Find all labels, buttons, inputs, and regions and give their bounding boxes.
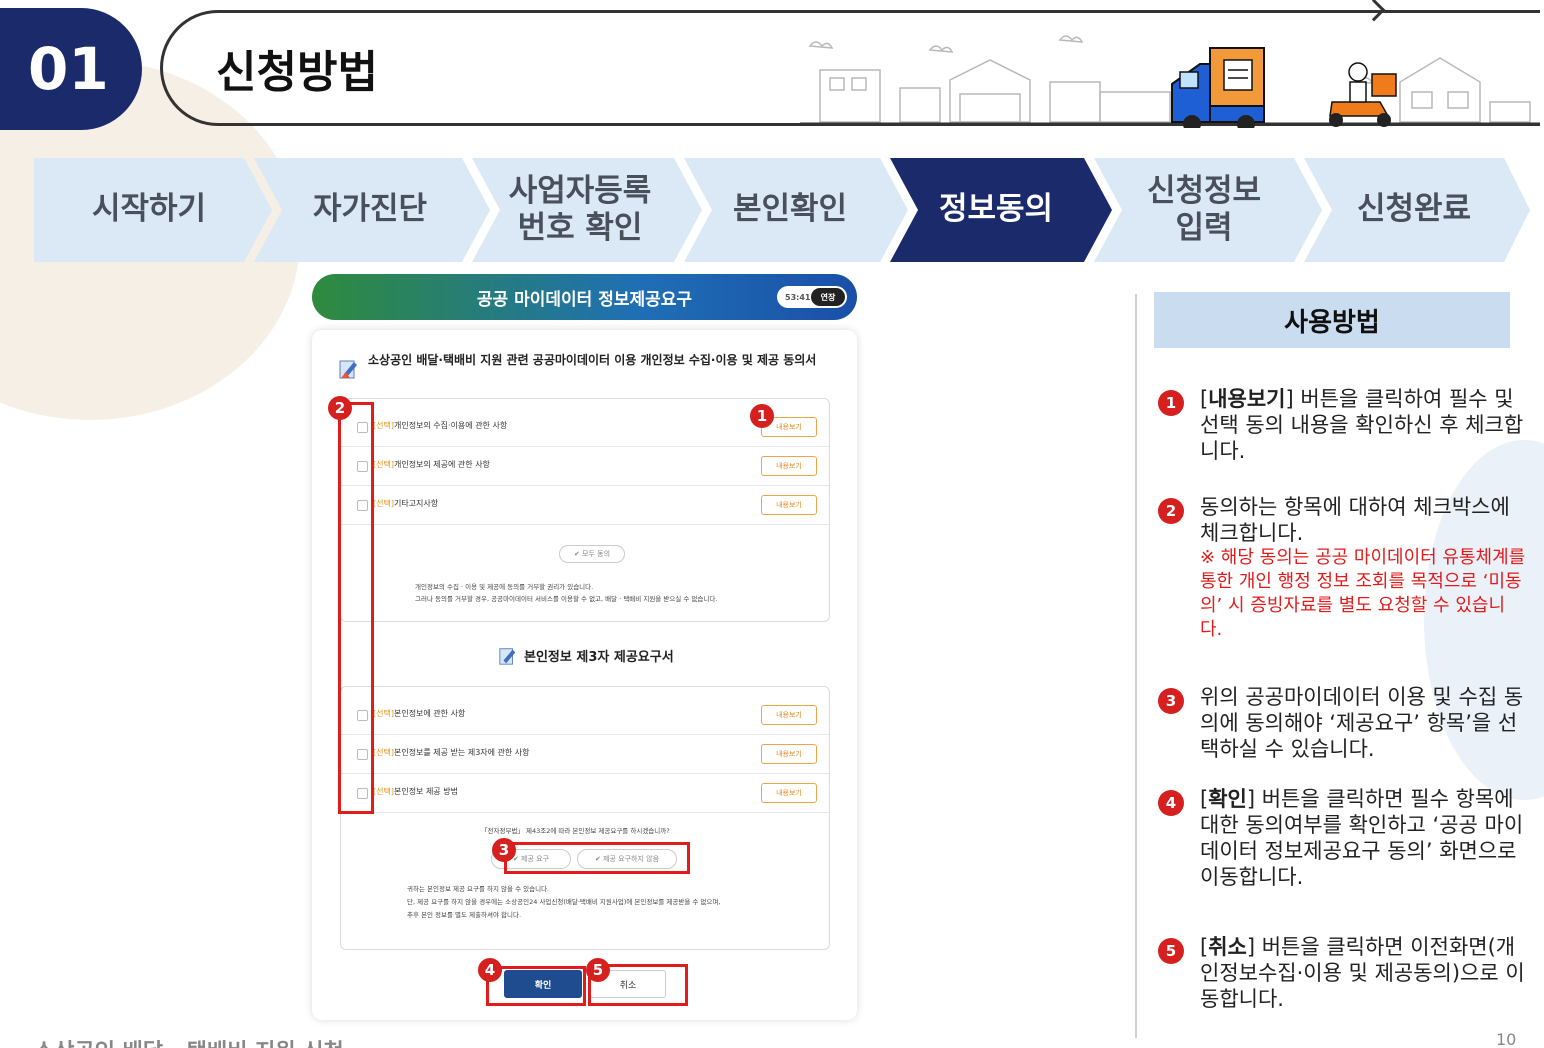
number-badge: 5	[1158, 938, 1184, 964]
consent-row: [선택]기타고지사항 내용보기	[341, 487, 829, 525]
page: 01 신청방법 시작하기 자가진단 사업자등록 번호 확인 본인확인 정보동의 …	[0, 0, 1544, 1048]
step-complete: 신청완료	[1356, 191, 1472, 228]
section-number: 01	[0, 8, 142, 130]
extend-button[interactable]: 연장	[811, 288, 845, 306]
page-number: 10	[1496, 1030, 1517, 1048]
marker-1: 1	[750, 404, 774, 428]
consent-row: [선택]개인정보의 제공에 관한 사항 내용보기	[341, 448, 829, 486]
step-consent: 정보동의	[938, 191, 1054, 228]
marker-5: 5	[586, 958, 610, 982]
delivery-illustration	[800, 35, 1540, 128]
emphasis-text: 내용보기	[1208, 387, 1286, 411]
step-business-number: 사업자등록 번호 확인	[508, 172, 652, 246]
page-title: 신청방법	[216, 47, 378, 98]
emphasis-text: 확인	[1208, 787, 1247, 811]
scooter-icon	[1329, 62, 1397, 127]
divider	[1135, 294, 1137, 1038]
usage-text: 동의하는 항목에 대하여 체크박스에 체크합니다.	[1200, 495, 1510, 545]
step-application-info: 신청정보 입력	[1146, 172, 1262, 246]
consent-row-label: 본인정보에 관한 사항	[393, 709, 466, 718]
consent-section-1: [선택]개인정보의 수집·이용에 관한 사항 내용보기 [선택]개인정보의 제공…	[340, 398, 830, 622]
consent-row-label: 개인정보의 제공에 관한 사항	[393, 460, 490, 469]
view-content-button[interactable]: 내용보기	[761, 705, 817, 725]
step-self-check: 자가진단	[312, 191, 428, 228]
number-badge: 3	[1158, 688, 1184, 714]
document-icon	[499, 648, 516, 665]
notice-text: 귀하는 본인정보 제공 요구를 하지 않을 수 있습니다.	[407, 885, 550, 893]
consent-row-label: 본인정보를 제공 받는 제3자에 관한 사항	[393, 748, 530, 757]
annotation-box-provision-options	[504, 842, 690, 874]
number-badge: 2	[1158, 498, 1184, 524]
consent-row-label: 개인정보의 수집·이용에 관한 사항	[393, 421, 508, 430]
emphasis-text: 취소	[1208, 935, 1247, 959]
session-timer: 53:41 연장	[777, 286, 847, 308]
footer-text: 소상공인 배달 · 택배비 지원 신청	[34, 1034, 344, 1048]
marker-4: 4	[478, 958, 502, 982]
number-badge: 1	[1158, 390, 1184, 416]
document-icon	[339, 360, 357, 379]
usage-note: ※ 해당 동의는 공공 마이데이터 유통체계를 통한 개인 행정 정보 조회를 …	[1200, 547, 1526, 640]
marker-3: 3	[492, 838, 516, 862]
step-start: 시작하기	[91, 191, 207, 228]
notice-text: 단, 제공 요구를 하지 않을 경우에는 소상공인24 사업신청(배달·택배비 …	[407, 898, 721, 906]
timer-value: 53:41	[785, 292, 811, 302]
step-identity: 본인확인	[732, 191, 848, 228]
consent-row: [선택]본인정보에 관한 사항 내용보기	[341, 697, 829, 735]
mock-header-bar: 공공 마이데이터 정보제공요구 53:41 연장	[312, 274, 857, 320]
view-content-button[interactable]: 내용보기	[761, 495, 817, 515]
check-circle-icon: ✔	[573, 550, 583, 558]
mock-header-title: 공공 마이데이터 정보제공요구	[476, 289, 693, 310]
consent-row: [선택]본인정보를 제공 받는 제3자에 관한 사항 내용보기	[341, 736, 829, 774]
usage-title: 사용방법	[1154, 292, 1510, 348]
notice-text: 추후 본인 정보를 별도 제출하셔야 합니다.	[407, 911, 522, 919]
truck-icon	[1171, 47, 1265, 128]
section-2-title: 본인정보 제3자 제공요구서	[524, 650, 674, 665]
consent-row-label: 기타고지사항	[393, 499, 439, 508]
marker-2: 2	[328, 396, 352, 420]
provision-question: 「전자정부법」 제43조2에 따라 본인정보 제공요구를 하시겠습니까?	[481, 827, 670, 835]
number-badge: 4	[1158, 790, 1184, 816]
consent-panel: 소상공인 배달·택배비 지원 관련 공공마이데이터 이용 개인정보 수집·이용 …	[312, 330, 857, 1020]
view-content-button[interactable]: 내용보기	[761, 783, 817, 803]
step-progress-bar: 시작하기 자가진단 사업자등록 번호 확인 본인확인 정보동의 신청정보 입력 신청…	[34, 158, 1534, 262]
consent-row: [선택]본인정보 제공 방법 내용보기	[341, 775, 829, 813]
panel-title: 소상공인 배달·택배비 지원 관련 공공마이데이터 이용 개인정보 수집·이용 …	[368, 353, 817, 367]
consent-row-label: 본인정보 제공 방법	[393, 787, 458, 796]
notice-text: 그러나 동의를 거부할 경우, 공공마이데이터 서비스를 이용할 수 없고, 배…	[415, 595, 718, 603]
notice-text: 개인정보의 수집 · 이용 및 제공에 동의를 거부할 권리가 있습니다.	[415, 583, 594, 591]
usage-text: 위의 공공마이데이터 이용 및 수집 동의에 동의해야 ‘제공요구’ 항목’을 …	[1200, 685, 1524, 761]
agree-all-button[interactable]: ✔ 모두 동의	[559, 545, 625, 563]
annotation-box-checkboxes	[338, 402, 374, 814]
consent-section-2: [선택]본인정보에 관한 사항 내용보기 [선택]본인정보를 제공 받는 제3자…	[340, 686, 830, 950]
view-content-button[interactable]: 내용보기	[761, 456, 817, 476]
view-content-button[interactable]: 내용보기	[761, 744, 817, 764]
